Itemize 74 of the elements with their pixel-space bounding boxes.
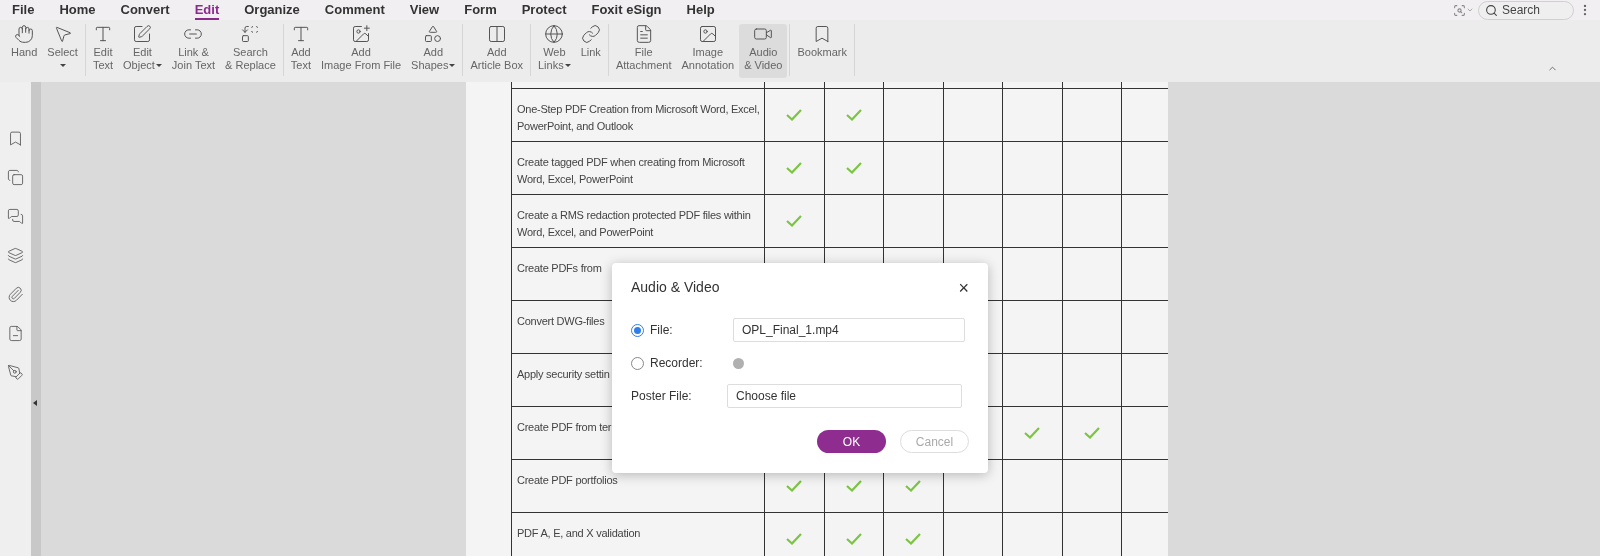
menu-tab[interactable]: Form: [464, 0, 497, 20]
toolbar-button[interactable]: Edit Object: [118, 24, 167, 78]
table-cell: Create tagged PDF when creating from Microsoft Word, Excel, PowerPoint: [511, 142, 765, 194]
menu-tab[interactable]: Foxit eSign: [591, 0, 662, 20]
document-icon[interactable]: [7, 325, 24, 342]
toolbar-button[interactable]: Add Article Box: [465, 24, 528, 78]
field-label: File:: [650, 322, 674, 339]
close-button[interactable]: ×: [958, 278, 969, 297]
comments-icon[interactable]: [7, 208, 24, 225]
menu-tab[interactable]: File: [12, 0, 35, 20]
search-options-icon[interactable]: [1453, 3, 1474, 17]
record-icon[interactable]: [733, 357, 744, 369]
toolbar-button[interactable]: Search & Replace: [220, 24, 281, 78]
radio-button[interactable]: [631, 323, 644, 337]
hand-icon: [14, 24, 35, 44]
globe-icon: [544, 24, 565, 44]
check-icon: [845, 480, 862, 492]
poster-file-field[interactable]: Choose file: [727, 384, 962, 408]
table-cell: One-Step PDF Creation from Microsoft Word, Excel, PowerPoint, and Outlook: [511, 89, 765, 141]
toolbar-button[interactable]: Add Shapes: [406, 24, 461, 78]
pen-icon[interactable]: [7, 364, 24, 381]
image-icon: [697, 24, 718, 44]
toolbar-button[interactable]: Edit Text: [87, 24, 119, 78]
menu-tab[interactable]: Home: [59, 0, 96, 20]
toolbar-button[interactable]: Hand: [6, 24, 43, 78]
columns-icon: [486, 24, 507, 44]
bookmark-icon[interactable]: [7, 130, 24, 147]
toolbar-button[interactable]: File Attachment: [610, 24, 677, 78]
check-icon: [845, 533, 862, 545]
link-icon: [580, 24, 601, 44]
paperclip-icon[interactable]: [7, 286, 24, 303]
radio-button[interactable]: [631, 356, 644, 370]
menu-tab[interactable]: View: [409, 0, 440, 20]
layers-icon[interactable]: [7, 247, 24, 264]
toolbar-button[interactable]: Add Image From File: [316, 24, 407, 78]
search-icon: [1485, 3, 1498, 17]
check-icon: [786, 533, 803, 545]
table-cell: PDF A, E, and X validation: [511, 513, 765, 556]
toolbar-button[interactable]: Image Annotation: [676, 24, 740, 78]
toolbar-button[interactable]: Bookmark: [792, 24, 852, 78]
pages-icon[interactable]: [7, 169, 24, 186]
field-label: Poster File:: [631, 388, 693, 405]
search-field[interactable]: Search: [1478, 0, 1574, 20]
menu-tab[interactable]: Help: [686, 0, 715, 20]
check-icon: [1083, 427, 1100, 439]
toolbar-button[interactable]: Link: [575, 24, 606, 78]
check-icon: [1024, 427, 1041, 439]
table-cell: Create a RMS redaction protected PDF files within Word, Excel, and PowerPoint: [511, 195, 765, 247]
toolbar-button[interactable]: Link & Join Text: [166, 24, 221, 78]
toolbar-button[interactable]: Web Links: [533, 24, 576, 78]
image-plus-icon: [351, 24, 372, 44]
check-icon: [905, 533, 922, 545]
check-icon: [786, 480, 803, 492]
menu-tab[interactable]: Protect: [521, 0, 567, 20]
pen-icon: [132, 24, 153, 44]
toolbar-button[interactable]: Add Text: [285, 24, 317, 78]
check-icon: [786, 215, 803, 227]
check-icon: [845, 162, 862, 174]
menu-tab[interactable]: Comment: [324, 0, 385, 20]
field-label: Recorder:: [650, 355, 704, 372]
shapes-icon: [423, 24, 444, 44]
check-icon: [905, 480, 922, 492]
replace-icon: [240, 24, 261, 44]
toolbar-button[interactable]: Select: [42, 24, 83, 78]
toolbar-button[interactable]: Audio & Video: [739, 24, 788, 78]
check-icon: [786, 162, 803, 174]
dialog-title: Audio & Video: [631, 278, 720, 297]
check-icon: [845, 109, 862, 121]
menu-tab[interactable]: Organize: [244, 0, 300, 20]
check-icon: [786, 109, 803, 121]
menu-tab[interactable]: Convert: [120, 0, 170, 20]
expand-arrow-icon[interactable]: [33, 400, 37, 406]
file-field[interactable]: OPL_Final_1.mp4: [733, 318, 965, 342]
ok-button[interactable]: OK: [817, 430, 886, 453]
